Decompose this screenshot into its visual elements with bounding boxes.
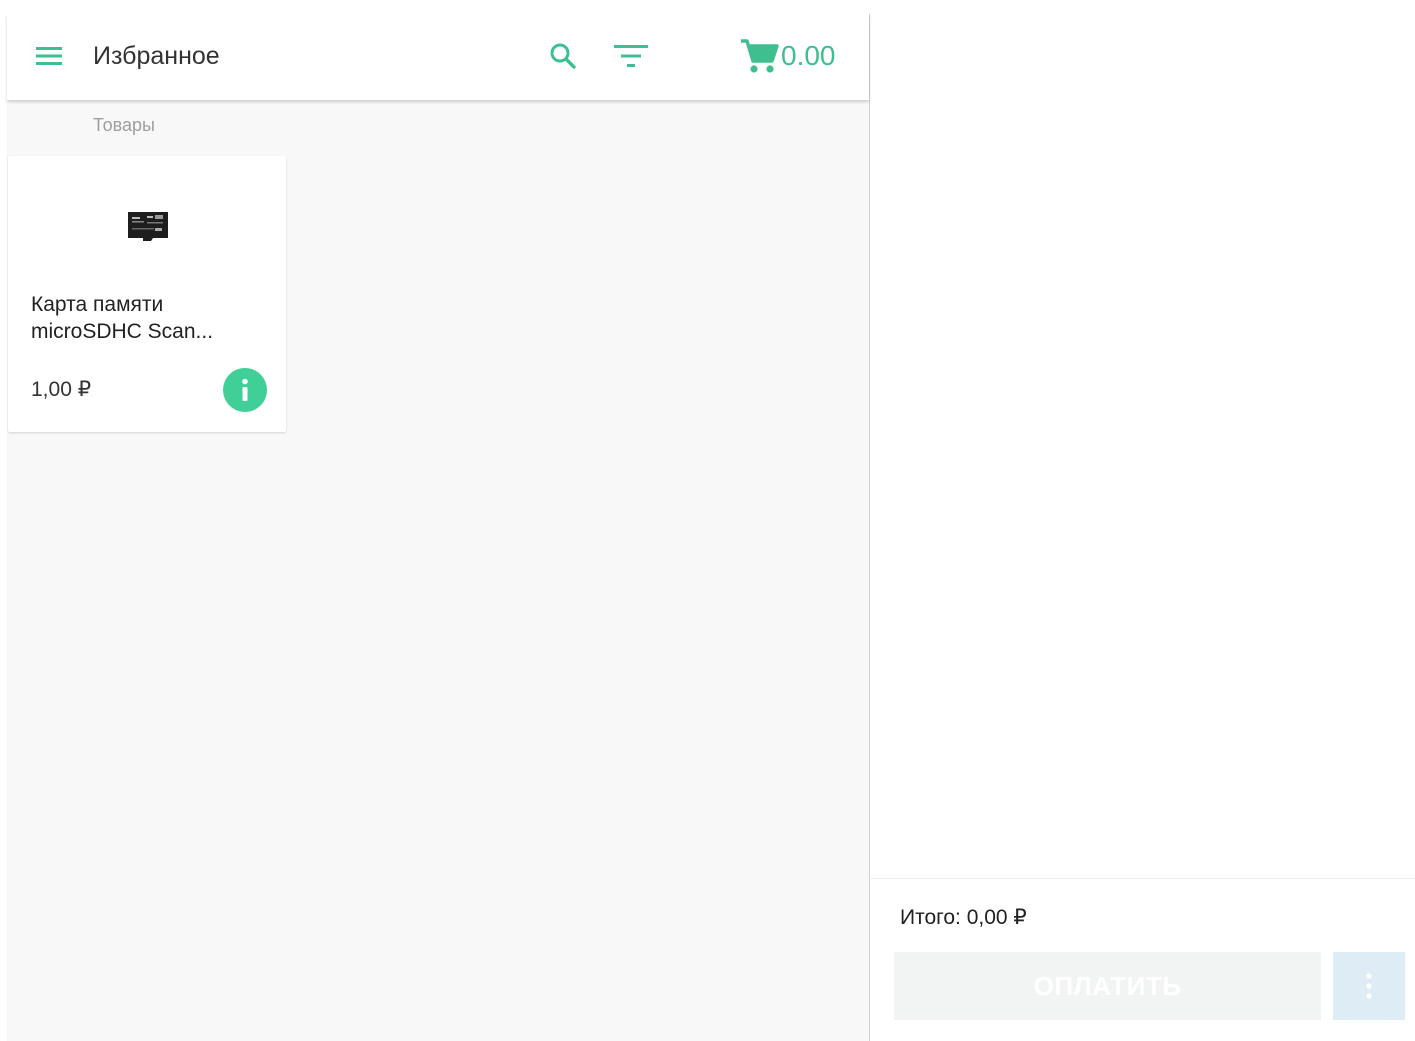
microsd-card-icon	[128, 212, 168, 241]
more-vert-icon	[1366, 973, 1372, 999]
product-name-line1: Карта памяти	[31, 293, 164, 316]
cart-total: 0.00	[781, 40, 836, 71]
info-icon	[242, 378, 248, 401]
product-name: Карта памяти microSDHC Scan...	[31, 291, 241, 345]
section-label: Товары	[93, 115, 155, 135]
filter-button[interactable]	[609, 36, 653, 76]
menu-button[interactable]	[29, 36, 69, 76]
catalog-panel: Избранное 0.00 Товары Карта памяти micro…	[7, 14, 869, 1041]
product-card[interactable]: Карта памяти microSDHC Scan... 1,00 ₽	[8, 156, 286, 432]
order-panel: Итого: 0,00 ₽ ОПЛАТИТЬ	[870, 0, 1415, 1041]
filter-icon	[614, 45, 648, 67]
page-title: Избранное	[93, 42, 220, 70]
pay-button[interactable]: ОПЛАТИТЬ	[894, 952, 1321, 1020]
menu-icon	[36, 47, 62, 65]
cart-icon	[741, 39, 779, 73]
app-window: Избранное 0.00 Товары Карта памяти micro…	[0, 0, 1415, 1041]
product-name-line2: microSDHC Scan...	[31, 320, 214, 343]
product-info-button[interactable]	[223, 368, 267, 412]
product-price: 1,00 ₽	[31, 378, 92, 401]
search-button[interactable]	[543, 36, 583, 76]
search-icon	[550, 43, 576, 69]
product-image	[127, 210, 169, 244]
cart-button[interactable]: 0.00	[739, 34, 836, 78]
more-options-button[interactable]	[1333, 952, 1405, 1020]
order-total: Итого: 0,00 ₽	[900, 906, 1027, 929]
summary-divider	[870, 878, 1415, 879]
toolbar: Избранное 0.00	[7, 14, 869, 100]
